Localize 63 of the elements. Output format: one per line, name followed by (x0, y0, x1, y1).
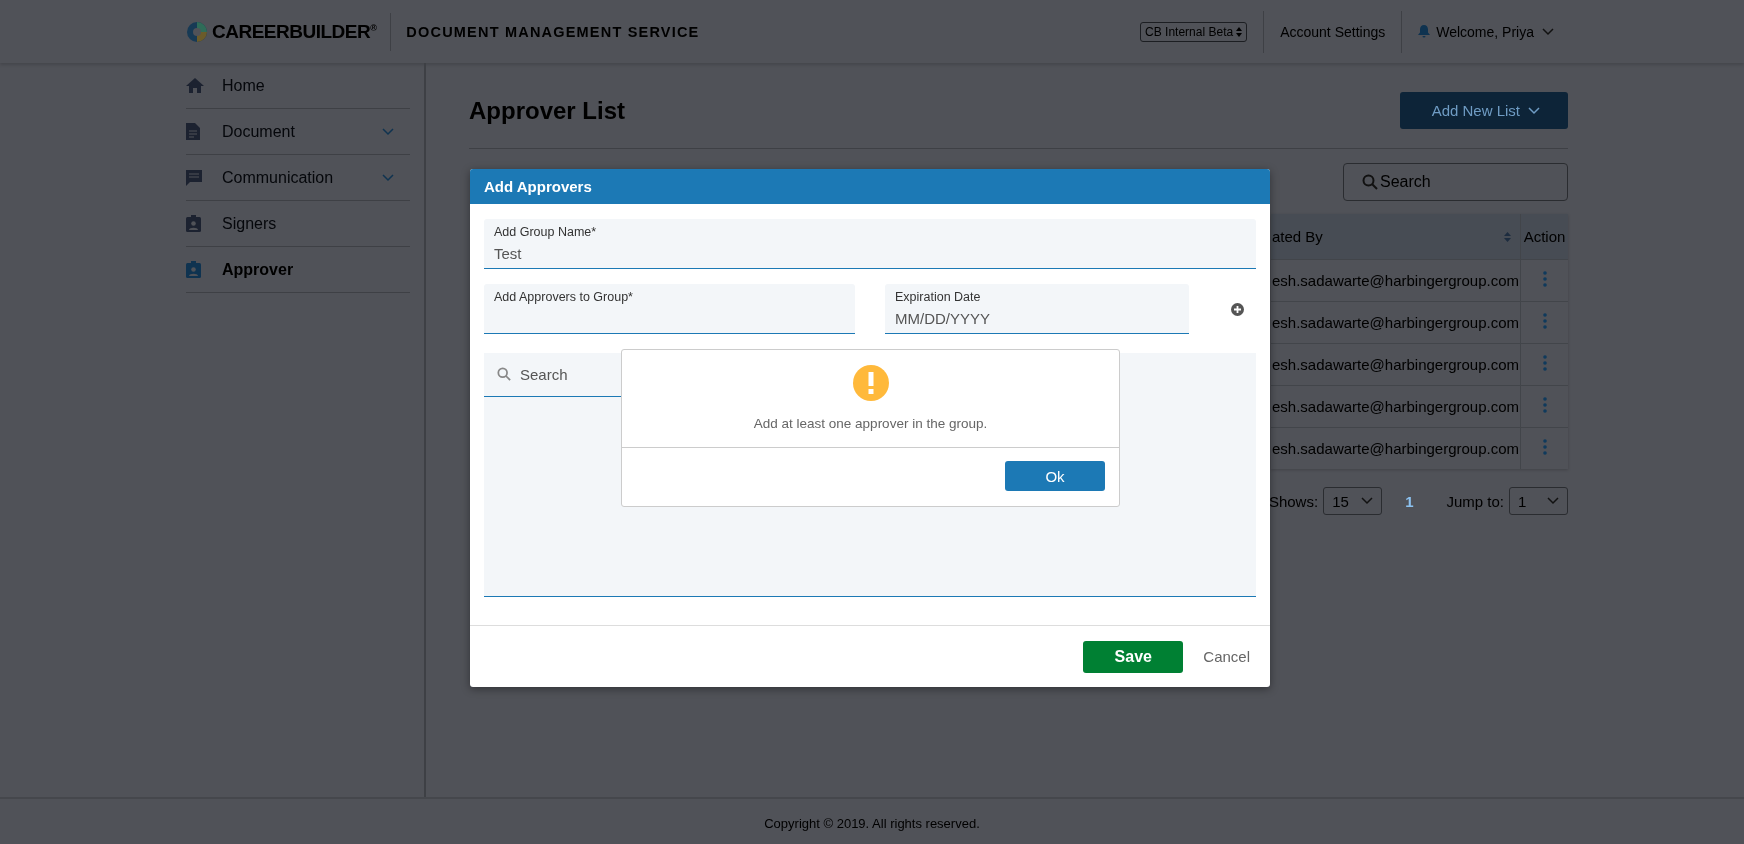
chevron-down-icon (1361, 497, 1374, 505)
sidebar-item[interactable]: Signers (186, 201, 410, 247)
environment-select[interactable]: CB Internal Beta (1140, 21, 1248, 42)
save-button[interactable]: Save (1083, 640, 1184, 673)
up-down-arrows-icon (1236, 26, 1243, 37)
approvers-field[interactable]: Add Approvers to Group* (484, 284, 855, 334)
alert-message: Add at least one approver in the group. (753, 416, 988, 431)
expiration-date-input[interactable]: MM/DD/YYYY (895, 310, 1179, 327)
sidebar-item[interactable]: Document (186, 109, 410, 155)
welcome-user-menu[interactable]: Welcome, Priya (1436, 23, 1534, 40)
more-options-icon[interactable] (1542, 313, 1547, 329)
group-name-input[interactable]: Test (494, 245, 1246, 262)
more-options-icon[interactable] (1542, 355, 1547, 371)
table-cell: esh.sadawarte@harbingergroup.com (1272, 356, 1520, 373)
id-badge-icon (186, 261, 201, 278)
chevron-down-icon (382, 127, 394, 136)
logo-text: CAREERBUILDER$^{®}$ (212, 20, 377, 43)
field-label: Add Approvers to Group* (494, 290, 634, 304)
jump-to-select[interactable]: 1 (1509, 487, 1568, 515)
expiration-date-field[interactable]: Expiration Date MM/DD/YYYY (885, 284, 1189, 334)
sidebar-item[interactable]: Approver (186, 247, 410, 293)
logo-icon (186, 20, 208, 43)
more-options-icon[interactable] (1542, 397, 1547, 413)
table-cell: esh.sadawarte@harbingergroup.com (1272, 314, 1520, 331)
more-options-icon[interactable] (1542, 439, 1547, 455)
shows-label: Shows: (1268, 492, 1319, 510)
bell-icon[interactable] (1418, 25, 1431, 38)
table-cell: esh.sadawarte@harbingergroup.com (1272, 440, 1520, 457)
copyright-text: Copyright © 2019. All rights reserved. (764, 816, 980, 831)
add-new-list-button[interactable]: Add New List (1399, 92, 1568, 129)
column-header: Action (1523, 228, 1566, 245)
warning-icon (852, 365, 889, 401)
field-label: Add Group Name* (494, 225, 598, 239)
chat-icon (186, 169, 202, 186)
ok-button[interactable]: Ok (1005, 461, 1105, 491)
add-icon[interactable] (1231, 302, 1244, 316)
chevron-down-icon (1547, 497, 1559, 505)
page-title: Approver List (469, 96, 626, 125)
page-size-select[interactable]: 15 (1323, 487, 1383, 515)
document-icon (186, 123, 200, 140)
group-name-field[interactable]: Add Group Name* Test (484, 219, 1256, 269)
field-label: Expiration Date (895, 290, 982, 304)
id-badge-icon (186, 215, 201, 232)
sort-icon[interactable] (1504, 231, 1512, 242)
cancel-button[interactable]: Cancel (1203, 648, 1250, 665)
search-icon (497, 367, 511, 381)
account-settings-link[interactable]: Account Settings (1280, 23, 1386, 40)
search-field[interactable]: Search (1343, 163, 1568, 201)
more-options-icon[interactable] (1542, 271, 1547, 287)
chevron-down-icon (1528, 106, 1540, 115)
service-title: DOCUMENT MANAGEMENT SERVICE (406, 23, 700, 40)
column-header: ated By (1272, 228, 1323, 245)
page-number[interactable]: 1 (1405, 492, 1414, 510)
table-cell: esh.sadawarte@harbingergroup.com (1272, 398, 1520, 415)
sidebar-item[interactable]: Communication (186, 155, 410, 201)
chevron-down-icon (382, 173, 394, 182)
sidebar-item[interactable]: Home (186, 63, 410, 109)
search-icon (1362, 174, 1378, 190)
home-icon (186, 78, 204, 93)
table-cell: esh.sadawarte@harbingergroup.com (1272, 272, 1520, 289)
chevron-down-icon (1542, 27, 1554, 36)
modal-title: Add Approvers (484, 178, 592, 195)
jump-to-label: Jump to: (1446, 492, 1504, 510)
